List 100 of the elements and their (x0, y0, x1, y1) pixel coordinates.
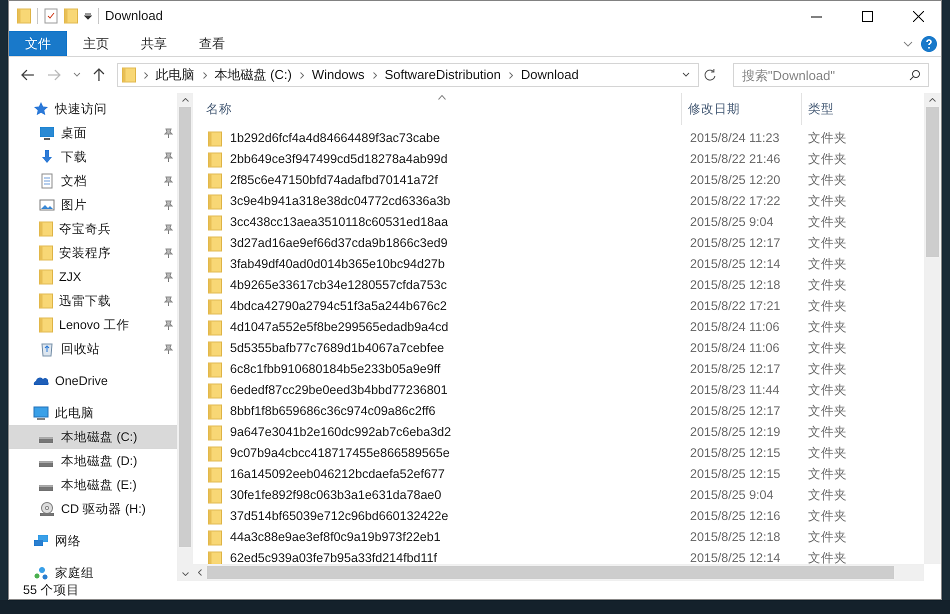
sidebar-item[interactable]: 家庭组 (9, 561, 177, 581)
scroll-left-icon[interactable] (198, 569, 202, 576)
maximize-icon[interactable] (862, 10, 873, 22)
pin-icon[interactable] (164, 296, 173, 306)
file-row[interactable]: 3cc438cc13aea3510118c60531ed18aa 2015/8/25 9:04 文件夹 (198, 212, 924, 233)
file-row[interactable]: 4bdca42790a2794c51f3a5a244b676c2 2015/8/22 17:21 文件夹 (198, 296, 924, 317)
horizontal-scrollbar[interactable] (193, 564, 924, 581)
sidebar-item[interactable]: 迅雷下载 (9, 289, 177, 313)
file-row[interactable]: 5d5355bafb77c7689d1b4067a7cebfee 2015/8/24 11:06 文件夹 (198, 338, 924, 359)
pin-icon[interactable] (164, 200, 173, 210)
up-arrow-icon[interactable] (92, 68, 105, 82)
chevron-down-icon[interactable] (903, 40, 913, 46)
file-row[interactable]: 3c9e4b941a318e38dc04772cd6336a3b 2015/8/22 17:22 文件夹 (198, 191, 924, 212)
refresh-icon[interactable] (703, 68, 717, 82)
ribbon-tab[interactable]: 主页 (67, 31, 125, 56)
file-row[interactable]: 6c8c1fbb910680184b5e233b05a9e9ff 2015/8/25 12:17 文件夹 (198, 359, 924, 380)
pin-icon[interactable] (164, 128, 173, 138)
drive-icon (39, 485, 53, 491)
chevron-down-icon[interactable] (72, 72, 81, 78)
column-header[interactable]: 修改日期 (682, 93, 802, 125)
modified-date: 2015/8/23 11:44 (689, 382, 780, 400)
breadcrumb-item[interactable]: 此电脑 (156, 65, 195, 85)
file-row[interactable]: 6ededf87cc29be0eed3b4bbd77236801 2015/8/23 11:44 文件夹 (198, 380, 924, 401)
file-type: 文件夹 (807, 172, 848, 190)
search-icon (908, 69, 921, 81)
pin-icon[interactable] (164, 224, 173, 234)
sidebar-item[interactable]: 图片 (9, 193, 177, 217)
pin-icon[interactable] (164, 320, 173, 330)
column-header[interactable]: 类型 (802, 93, 902, 125)
search-field[interactable]: 搜索"Download" (732, 63, 929, 87)
column-header[interactable]: 名称 (198, 93, 682, 125)
file-row[interactable]: 2bb649ce3f947499cd5d18278a4ab99d 2015/8/22 21:46 文件夹 (198, 149, 924, 170)
ribbon-tab[interactable]: 共享 (125, 31, 183, 56)
file-row[interactable]: 9c07b9a4cbcc418717455e866589565e 2015/8/25 12:15 文件夹 (198, 443, 924, 464)
properties-icon[interactable] (44, 8, 58, 24)
scroll-thumb[interactable] (207, 566, 894, 579)
sidebar-item[interactable]: 本地磁盘 (D:) (9, 449, 177, 473)
file-row[interactable]: 44a3c88e9ae3ef8f0c9a19b973f22eb1 2015/8/25 12:18 文件夹 (198, 527, 924, 548)
vertical-scrollbar[interactable] (924, 93, 941, 564)
file-row[interactable]: 4b9265e33617cb34e1280557cfda753c 2015/8/25 12:18 文件夹 (198, 275, 924, 296)
modified-date: 2015/8/25 12:17 (689, 235, 782, 252)
scroll-up-icon[interactable] (182, 98, 188, 102)
picture-icon (39, 197, 55, 213)
scroll-thumb[interactable] (926, 107, 939, 257)
file-name: 5d5355bafb77c7689d1b4067a7cebfee (230, 340, 444, 358)
file-row[interactable]: 4d1047a552e5f8be299565edadb9a4cd 2015/8/24 11:06 文件夹 (198, 317, 924, 338)
file-row[interactable]: 16a145092eeb046212bcdaefa52ef677 2015/8/25 12:15 文件夹 (198, 464, 924, 485)
sidebar-item[interactable]: 文档 (9, 169, 177, 193)
scroll-thumb[interactable] (179, 107, 191, 547)
vertical-scrollbar[interactable] (177, 93, 193, 581)
file-type: 文件夹 (807, 382, 848, 400)
ribbon-tab[interactable]: 文件 (9, 31, 67, 56)
file-row[interactable]: 2f85c6e47150bfd74adafbd70141a72f 2015/8/25 12:20 文件夹 (198, 170, 924, 191)
file-row[interactable]: 3fab49df40ad0d014b365e10bc94d27b 2015/8/25 12:14 文件夹 (198, 254, 924, 275)
back-arrow-icon[interactable] (21, 69, 35, 81)
sidebar-item[interactable]: 本地磁盘 (E:) (9, 473, 177, 497)
help-icon[interactable] (921, 36, 937, 52)
pin-icon[interactable] (164, 272, 173, 282)
sidebar-item[interactable]: OneDrive (9, 369, 177, 393)
breadcrumb-item[interactable]: 本地磁盘 (C:) (214, 65, 292, 85)
address-bar[interactable]: 此电脑 本地磁盘 (C:) Windows SoftwareDistribution Download (116, 63, 700, 87)
pin-icon[interactable] (164, 344, 173, 354)
sidebar-item[interactable]: 快速访问 (9, 97, 177, 121)
file-type: 文件夹 (807, 214, 848, 232)
file-type: 文件夹 (807, 487, 848, 504)
pin-icon[interactable] (164, 248, 173, 258)
file-type: 文件夹 (807, 424, 848, 442)
file-row[interactable]: 37d514bf65039e712c96bd660132422e 2015/8/25 12:16 文件夹 (198, 506, 924, 527)
file-type: 文件夹 (807, 130, 848, 148)
scroll-down-icon[interactable] (182, 572, 188, 576)
modified-date: 2015/8/25 12:16 (689, 508, 782, 526)
breadcrumb-item[interactable]: SoftwareDistribution (384, 65, 501, 85)
sidebar-item[interactable]: 夺宝奇兵 (9, 217, 177, 241)
sidebar-item[interactable]: 桌面 (9, 121, 177, 145)
scroll-up-icon[interactable] (929, 98, 936, 102)
forward-arrow-icon[interactable] (46, 69, 61, 81)
sidebar-item[interactable]: 本地磁盘 (C:) (9, 425, 177, 449)
pin-icon[interactable] (164, 176, 173, 186)
sidebar-item[interactable]: ZJX (9, 265, 177, 289)
sidebar-item[interactable]: 此电脑 (9, 401, 177, 425)
file-name: 4b9265e33617cb34e1280557cfda753c (230, 277, 447, 294)
sidebar-item[interactable]: 安装程序 (9, 241, 177, 265)
ribbon-tab[interactable]: 查看 (183, 31, 241, 56)
breadcrumb-item[interactable]: Windows (312, 65, 365, 85)
sidebar-item[interactable]: 网络 (9, 529, 177, 553)
file-row[interactable]: 8bbf1f8b659686c36c974c09a86c2ff6 2015/8/25 12:17 文件夹 (198, 401, 924, 422)
file-row[interactable]: 30fe1fe892f98c063b3a1e631da78ae0 2015/8/25 9:04 文件夹 (198, 485, 924, 506)
sidebar-item[interactable]: Lenovo 工作 (9, 313, 177, 337)
sidebar-item[interactable]: 下载 (9, 145, 177, 169)
file-row[interactable]: 3d27ad16ae9ef66d37cda9b1866c3ed9 2015/8/25 12:17 文件夹 (198, 233, 924, 254)
breadcrumb-item[interactable]: Download (520, 65, 579, 85)
dropdown-icon[interactable] (84, 12, 92, 20)
pin-icon[interactable] (164, 152, 173, 162)
file-row[interactable]: 9a647e3041b2e160dc992ab7c6eba3d2 2015/8/25 12:19 文件夹 (198, 422, 924, 443)
close-icon[interactable] (913, 10, 924, 22)
file-name: 44a3c88e9ae3ef8f0c9a19b973f22eb1 (230, 529, 441, 546)
sidebar-item[interactable]: CD 驱动器 (H:) (9, 497, 177, 521)
chevron-down-icon[interactable] (682, 72, 690, 78)
sidebar-item[interactable]: 回收站 (9, 337, 177, 361)
file-row[interactable]: 1b292d6fcf4a4d84664489f3ac73cabe 2015/8/24 11:23 文件夹 (198, 128, 924, 149)
